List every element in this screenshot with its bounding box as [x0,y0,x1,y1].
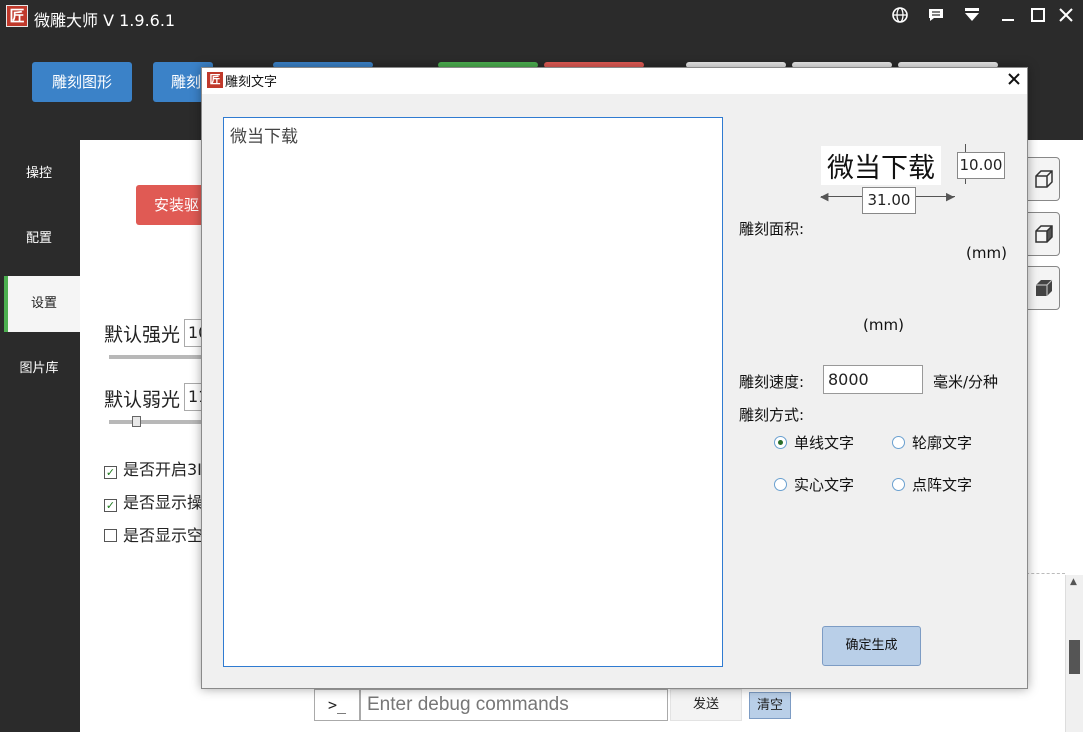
cube-solid-icon [1033,277,1055,299]
checkbox-show-empty[interactable] [104,529,117,542]
speed-input[interactable]: 8000 [823,365,923,394]
area-label: 雕刻面积: [739,220,805,238]
radio-single-line[interactable]: 单线文字 [774,432,854,453]
radio-outline-dot[interactable] [892,436,905,449]
cube-shaded-icon [1033,223,1055,245]
maximize-icon[interactable] [1027,6,1049,28]
mode-label: 雕刻方式: [739,406,805,424]
scroll-thumb[interactable] [1069,640,1080,674]
dialog-titlebar: 匠 雕刻文字 [202,68,1027,94]
dialog-logo: 匠 [207,72,223,88]
sidebar-item-control[interactable]: 操控 [0,146,78,202]
arrow-right-icon: ▶ [946,190,955,203]
debug-bar: >_ 发送 清空 [314,689,794,721]
check-row-show-control[interactable]: ✓ 是否显示操 [104,489,203,513]
view-button-solid[interactable] [1024,266,1060,310]
engrave-text-input[interactable]: 微当下载 [223,117,723,667]
check-row-3d[interactable]: ✓ 是否开启3I [104,456,202,480]
dialog-close-icon[interactable] [1004,70,1024,90]
check-label-3d: 是否开启3I [123,460,202,479]
confirm-generate-button[interactable]: 确定生成 [822,626,921,666]
radio-dot-matrix[interactable]: 点阵文字 [892,474,972,495]
log-scrollbar[interactable]: ▲ [1065,575,1083,732]
area-unit-label: (mm) [966,244,1007,262]
sidebar-item-settings[interactable]: 设置 [4,276,80,332]
weak-light-slider-thumb[interactable] [132,416,141,427]
checkbox-show-control[interactable]: ✓ [104,499,117,512]
checkbox-3d[interactable]: ✓ [104,466,117,479]
minimize-icon[interactable] [997,6,1019,28]
cube-wireframe-icon [1033,168,1055,190]
radio-solid-label: 实心文字 [794,476,855,494]
weak-light-label: 默认弱光 [104,389,181,411]
dialog-title: 雕刻文字 [225,75,278,90]
close-icon[interactable] [1055,6,1077,28]
text-preview: 微当下载 [821,146,941,185]
radio-single-line-dot[interactable] [774,436,787,449]
chat-icon[interactable] [925,6,947,28]
strong-light-label: 默认强光 [104,324,181,346]
terminal-prompt-icon: >_ [314,689,360,721]
radio-outline-label: 轮廓文字 [912,434,973,452]
check-label-show-control: 是否显示操 [123,493,204,512]
globe-icon[interactable] [889,6,911,28]
radio-dot-matrix-label: 点阵文字 [912,476,973,494]
height-input[interactable]: 10.00 [957,152,1005,179]
radio-dot-matrix-dot[interactable] [892,478,905,491]
sidebar-item-config[interactable]: 配置 [0,211,78,267]
view-button-shaded[interactable] [1024,212,1060,256]
sidebar-item-image-library[interactable]: 图片库 [0,341,78,397]
app-titlebar: 匠 微雕大师 V 1.9.6.1 [0,0,1083,34]
app-title: 微雕大师 V 1.9.6.1 [34,11,176,30]
speed-label: 雕刻速度: [739,373,805,391]
speed-unit: 毫米/分种 [933,373,999,391]
radio-solid[interactable]: 实心文字 [774,474,854,495]
engrave-graphic-button[interactable]: 雕刻图形 [32,62,132,102]
width-input[interactable]: 31.00 [862,187,916,214]
view-button-wireframe[interactable] [1024,157,1060,201]
debug-command-input[interactable] [360,689,668,721]
arrow-left-icon: ◀ [820,190,829,203]
engrave-text-dialog: 匠 雕刻文字 微当下载 微当下载 10.00 ◀ ▶ 31.00 雕刻面积: (… [201,67,1028,689]
sidebar: 操控 配置 设置 图片库 [0,140,80,732]
radio-outline[interactable]: 轮廓文字 [892,432,972,453]
send-button[interactable]: 发送 [670,689,742,721]
scroll-up-icon[interactable]: ▲ [1070,577,1077,587]
area-unit-label-2: (mm) [863,316,904,334]
clear-button[interactable]: 清空 [749,692,791,719]
radio-solid-dot[interactable] [774,478,787,491]
check-row-show-empty[interactable]: 是否显示空 [104,522,203,546]
dropdown-menu-icon[interactable] [961,6,983,28]
app-logo: 匠 [6,5,28,27]
radio-single-line-label: 单线文字 [794,434,855,452]
check-label-show-empty: 是否显示空 [123,526,204,545]
